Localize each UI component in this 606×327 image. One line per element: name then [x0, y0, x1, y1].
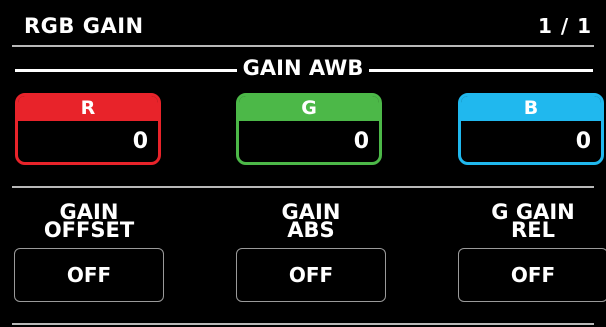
page-title: RGB GAIN: [24, 14, 144, 38]
gain-g-value: 0: [353, 129, 369, 154]
gain-g-field[interactable]: G 0: [236, 93, 382, 165]
gain-offset-label-line2: OFFSET: [43, 218, 135, 242]
gain-divider: [12, 186, 594, 188]
gain-g-label: G: [239, 96, 379, 121]
section-title: GAIN AWB: [0, 56, 606, 80]
g-gain-rel-label-line2: REL: [511, 218, 555, 242]
gain-offset-label: GAIN OFFSET: [14, 202, 164, 242]
section-title-text: GAIN AWB: [236, 56, 370, 80]
gain-r-label: R: [18, 96, 158, 121]
gain-abs-button[interactable]: OFF: [236, 248, 386, 302]
g-gain-rel-label: G GAIN REL: [458, 202, 606, 242]
bottom-divider: [12, 323, 594, 325]
g-gain-rel-button[interactable]: OFF: [458, 248, 606, 302]
gain-b-value: 0: [575, 129, 591, 154]
gain-r-value: 0: [132, 129, 148, 154]
header-divider: [12, 45, 594, 47]
gain-b-label: B: [461, 96, 601, 121]
page-indicator: 1 / 1: [537, 14, 592, 38]
gain-abs-label: GAIN ABS: [236, 202, 386, 242]
gain-b-field[interactable]: B 0: [458, 93, 604, 165]
gain-r-field[interactable]: R 0: [15, 93, 161, 165]
gain-abs-label-line2: ABS: [287, 218, 335, 242]
gain-offset-button[interactable]: OFF: [14, 248, 164, 302]
